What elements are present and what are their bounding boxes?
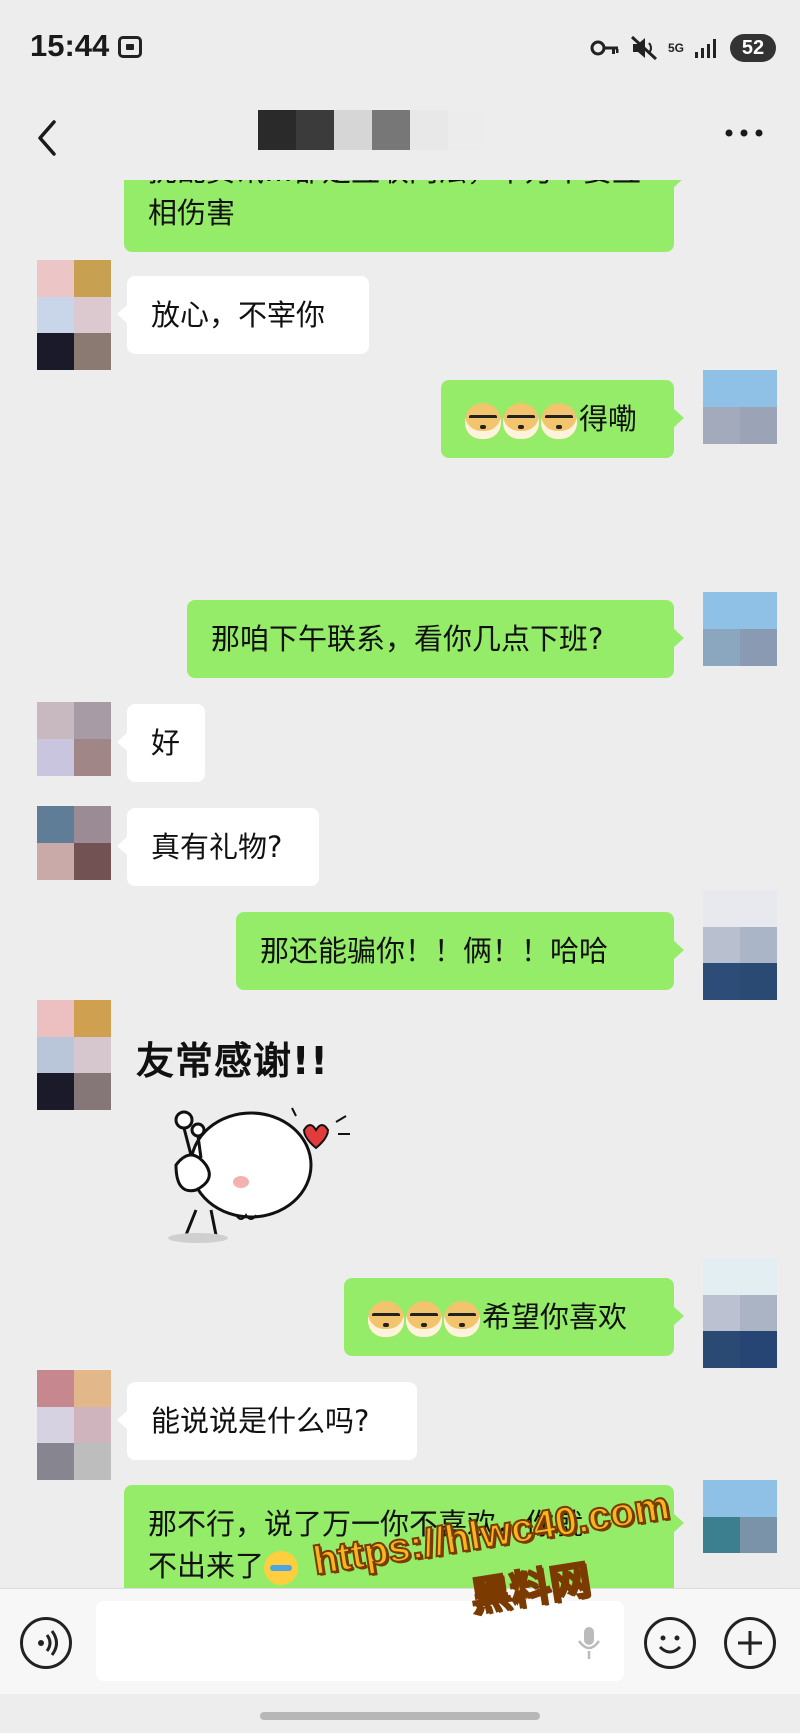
avatar[interactable] [37, 702, 111, 776]
more-options-icon[interactable] [724, 128, 764, 138]
facepalm-emoji-icon [264, 1551, 299, 1585]
doge-emoji-icon [406, 1301, 442, 1337]
message-bubble-incoming[interactable]: 好 [117, 704, 205, 782]
avatar[interactable] [37, 1000, 111, 1110]
avatar-self[interactable] [703, 370, 777, 444]
message-text: 希望你喜欢 [482, 1300, 628, 1334]
message-bubble-incoming[interactable]: 放心，不宰你 [117, 276, 369, 354]
chat-title-redacted [258, 110, 486, 150]
avatar[interactable] [37, 260, 111, 370]
back-arrow-icon[interactable] [30, 118, 66, 158]
chat-header [0, 96, 800, 180]
smiley-face-icon [658, 1635, 682, 1654]
message-bubble-incoming[interactable]: 真有礼物? [117, 808, 319, 886]
message-bubble-outgoing[interactable]: 那还能骗你！！俩！！哈哈 [236, 912, 684, 990]
screen-record-icon [118, 36, 142, 58]
network-type: 5G [667, 41, 684, 55]
message-text: 能说说是什么吗? [151, 1404, 370, 1438]
sticker-message[interactable]: 友常感谢!! [136, 1030, 376, 1250]
avatar-self[interactable] [703, 890, 777, 1000]
status-time: 15:44 [30, 28, 110, 63]
message-input-bar [0, 1588, 800, 1694]
message-bubble-outgoing[interactable]: 得嘞 [441, 380, 684, 458]
avatar[interactable] [37, 806, 111, 880]
avatar-self[interactable] [703, 592, 777, 666]
plus-icon [738, 1631, 762, 1655]
message-bubble-outgoing[interactable]: 希望你喜欢 [344, 1278, 684, 1356]
message-text: 得嘞 [579, 402, 638, 436]
microphone-icon[interactable] [576, 1625, 602, 1661]
message-text-line2: 不出来了 [148, 1549, 265, 1583]
message-bubble-outgoing[interactable]: 扰乱资讯…都是互联网法，千万不要互 相伤害 [124, 180, 684, 252]
message-text-partial: 扰乱资讯…都是互联网法，千万不要互 [148, 180, 650, 192]
doge-emoji-icon [465, 403, 501, 439]
message-text: 那还能骗你！！俩！！哈哈 [260, 934, 609, 968]
message-text: 那咱下午联系，看你几点下班? [211, 622, 604, 656]
thank-you-sticker-icon [168, 1107, 350, 1243]
voice-input-button[interactable] [20, 1617, 72, 1669]
avatar-self[interactable] [703, 1258, 777, 1368]
message-text-input[interactable] [96, 1601, 624, 1681]
voice-wave-icon [38, 1630, 58, 1656]
doge-emoji-icon [368, 1301, 404, 1337]
avatar[interactable] [37, 1370, 111, 1480]
emoji-button[interactable] [644, 1617, 696, 1669]
message-text: 相伤害 [148, 196, 236, 230]
avatar-self[interactable] [703, 1480, 777, 1588]
doge-emoji-icon [541, 403, 577, 439]
doge-emoji-icon [503, 403, 539, 439]
message-bubble-outgoing[interactable]: 那不行，说了万一你不喜欢，你就 不出来了 [124, 1485, 684, 1588]
more-actions-button[interactable] [724, 1617, 776, 1669]
emoji-group [465, 403, 577, 439]
message-list[interactable]: 扰乱资讯…都是互联网法，千万不要互 相伤害 放心，不宰你 得嘞 那咱下午联系，看… [0, 180, 800, 1588]
message-text: 真有礼物? [151, 830, 283, 864]
message-text-line1: 那不行，说了万一你不喜欢，你就 [148, 1507, 584, 1541]
message-text: 放心，不宰你 [151, 298, 326, 332]
home-indicator [260, 1712, 540, 1720]
battery-indicator: 52 [730, 34, 776, 62]
message-bubble-incoming[interactable]: 能说说是什么吗? [117, 1382, 417, 1460]
signal-icon [695, 39, 716, 58]
message-bubble-outgoing[interactable]: 那咱下午联系，看你几点下班? [187, 600, 684, 678]
status-icons: 5G 52 [590, 30, 776, 66]
message-text: 好 [151, 726, 181, 760]
doge-emoji-icon [444, 1301, 480, 1337]
status-bar: 15:44 5G 52 [0, 0, 800, 96]
emoji-group [368, 1301, 480, 1337]
key-icon [590, 40, 619, 56]
mute-icon [630, 35, 657, 61]
